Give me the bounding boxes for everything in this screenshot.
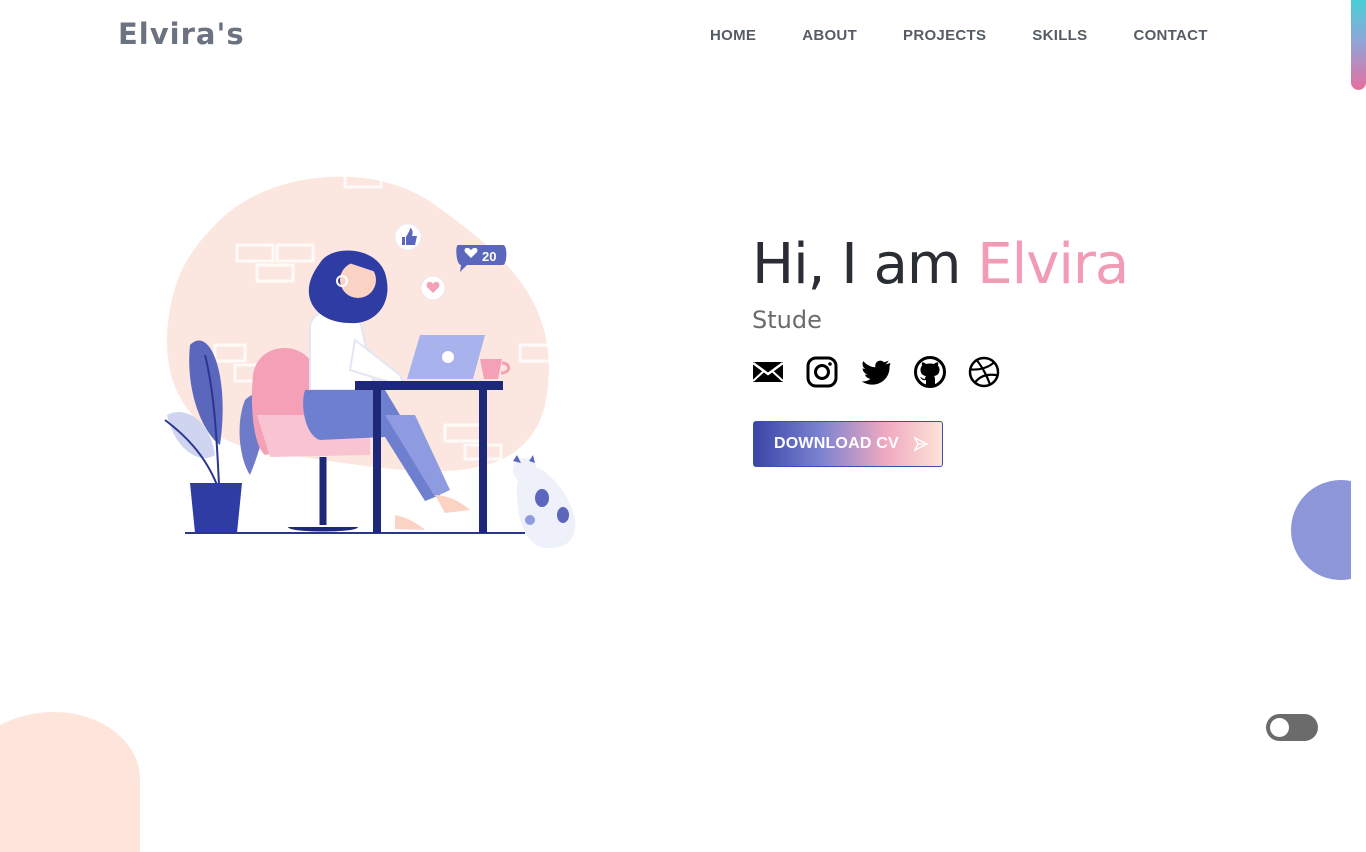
toggle-knob xyxy=(1270,718,1289,737)
greeting-name: Elvira xyxy=(977,232,1129,297)
intro-block: Hi, I am Elvira Stude xyxy=(752,232,1129,388)
hero-illustration: 20 xyxy=(164,171,576,549)
nav-about[interactable]: ABOUT xyxy=(802,27,857,44)
typed-role-text: Stude xyxy=(752,306,822,334)
theme-toggle[interactable] xyxy=(1266,714,1318,741)
mail-icon[interactable] xyxy=(752,356,784,388)
twitter-icon[interactable] xyxy=(860,356,892,388)
top-nav: Elvira's HOME ABOUT PROJECTS SKILLS CONT… xyxy=(0,0,1366,72)
instagram-icon[interactable] xyxy=(806,356,838,388)
github-icon[interactable] xyxy=(914,356,946,388)
likes-count: 20 xyxy=(482,249,496,264)
download-cv-label: DOWNLOAD CV xyxy=(774,435,899,452)
nav-contact[interactable]: CONTACT xyxy=(1133,27,1207,44)
social-links xyxy=(752,356,1128,388)
send-arrow-icon xyxy=(913,436,929,452)
download-cv-button[interactable]: DOWNLOAD CV xyxy=(753,421,943,467)
nav-home[interactable]: HOME xyxy=(710,27,756,44)
decorative-blob-bottom xyxy=(0,712,140,852)
greeting-prefix: Hi, I am xyxy=(752,232,978,297)
nav-skills[interactable]: SKILLS xyxy=(1032,27,1087,44)
scroll-progress-bar xyxy=(1351,0,1366,90)
nav-projects[interactable]: PROJECTS xyxy=(903,27,986,44)
brand-logo[interactable]: Elvira's xyxy=(118,17,245,51)
greeting-heading: Hi, I am Elvira xyxy=(752,232,1129,298)
dribbble-icon[interactable] xyxy=(968,356,1000,388)
nav-menu: HOME ABOUT PROJECTS SKILLS CONTACT xyxy=(710,27,1254,44)
decorative-blob-right xyxy=(1291,480,1351,580)
